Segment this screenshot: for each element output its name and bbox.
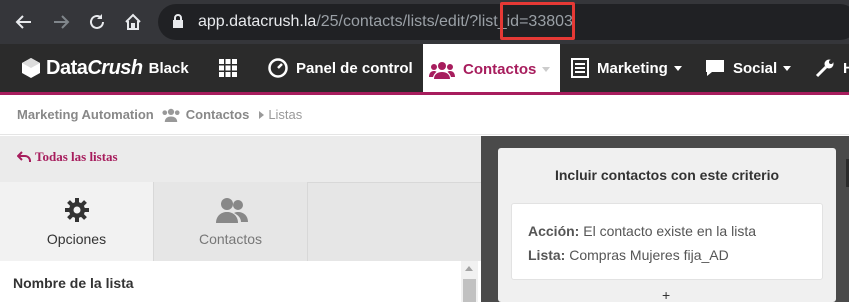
- chevron-down-icon: [542, 67, 551, 72]
- rule-action: Acción: El contacto existe en la lista: [528, 223, 756, 239]
- tab-contactos[interactable]: Contactos: [154, 182, 308, 261]
- list-name-label: Nombre de la lista: [13, 275, 134, 291]
- forward-arrow-icon[interactable]: [50, 11, 72, 33]
- scrollbar-thumb[interactable]: [463, 279, 476, 302]
- rule-list-value: Compras Mujeres fija_AD: [569, 247, 729, 263]
- rule-list-label: Lista:: [528, 247, 566, 263]
- users-icon: [214, 197, 248, 223]
- nav-label: H: [843, 59, 849, 77]
- newspaper-icon: [571, 58, 589, 78]
- breadcrumb-root[interactable]: Marketing Automation: [17, 107, 154, 122]
- tab-label: Contactos: [198, 230, 263, 247]
- caret-right-icon: [259, 110, 265, 119]
- nav-contactos[interactable]: Contactos: [423, 44, 561, 95]
- logo-main: Data: [46, 56, 88, 79]
- url-host: app.datacrush.la: [198, 13, 317, 30]
- wrench-icon: [815, 58, 835, 78]
- apps-grid-button[interactable]: [219, 44, 245, 92]
- logo[interactable]: DataCrush Black: [20, 55, 189, 81]
- dashboard-icon: [268, 58, 288, 78]
- logo-italic: Crush: [87, 56, 143, 79]
- url-highlight-box: [500, 2, 575, 40]
- grid-icon: [219, 59, 237, 77]
- add-rule-button[interactable]: +: [662, 287, 670, 303]
- rule-action-label: Acción:: [528, 223, 580, 239]
- logo-text: DataCrush: [46, 57, 143, 80]
- nav-label: Panel de control: [296, 59, 413, 77]
- lock-icon[interactable]: [172, 14, 184, 34]
- chat-icon: [705, 59, 725, 77]
- gear-icon: [64, 197, 90, 223]
- breadcrumb-section[interactable]: Contactos: [186, 107, 250, 122]
- nav-label: Contactos: [463, 61, 537, 78]
- back-link-label: Todas las listas: [35, 149, 118, 164]
- scroll-up-arrow-icon[interactable]: [465, 266, 473, 271]
- users-icon: [160, 108, 182, 122]
- nav-panel-de-control[interactable]: Panel de control: [268, 44, 413, 92]
- nav-herramientas[interactable]: H: [815, 44, 849, 92]
- rule-list: Lista: Compras Mujeres fija_AD: [528, 247, 729, 263]
- home-icon[interactable]: [122, 11, 144, 33]
- breadcrumb: Marketing Automation Contactos Listas: [0, 95, 849, 135]
- back-arrow-icon[interactable]: [13, 11, 35, 33]
- rule-box[interactable]: [511, 203, 823, 280]
- nav-label: Social: [733, 59, 778, 77]
- users-icon: [429, 61, 455, 79]
- tab-label: Opciones: [46, 230, 107, 247]
- back-to-lists-link[interactable]: Todas las listas: [17, 149, 118, 165]
- chevron-down-icon: [783, 65, 792, 71]
- logo-suffix: Black: [148, 59, 189, 77]
- nav-social[interactable]: Social: [705, 44, 792, 92]
- reload-icon[interactable]: [86, 11, 108, 33]
- rule-action-value: El contacto existe en la lista: [583, 223, 756, 239]
- breadcrumb-current: Listas: [268, 107, 303, 122]
- logo-icon: [22, 58, 40, 78]
- nav-label: Marketing: [597, 59, 668, 77]
- chevron-down-icon: [673, 65, 682, 71]
- reply-arrow-icon: [17, 151, 31, 163]
- nav-marketing[interactable]: Marketing: [571, 44, 682, 92]
- tab-opciones[interactable]: Opciones: [0, 182, 154, 261]
- criteria-card-title: Incluir contactos con este criterio: [554, 167, 780, 183]
